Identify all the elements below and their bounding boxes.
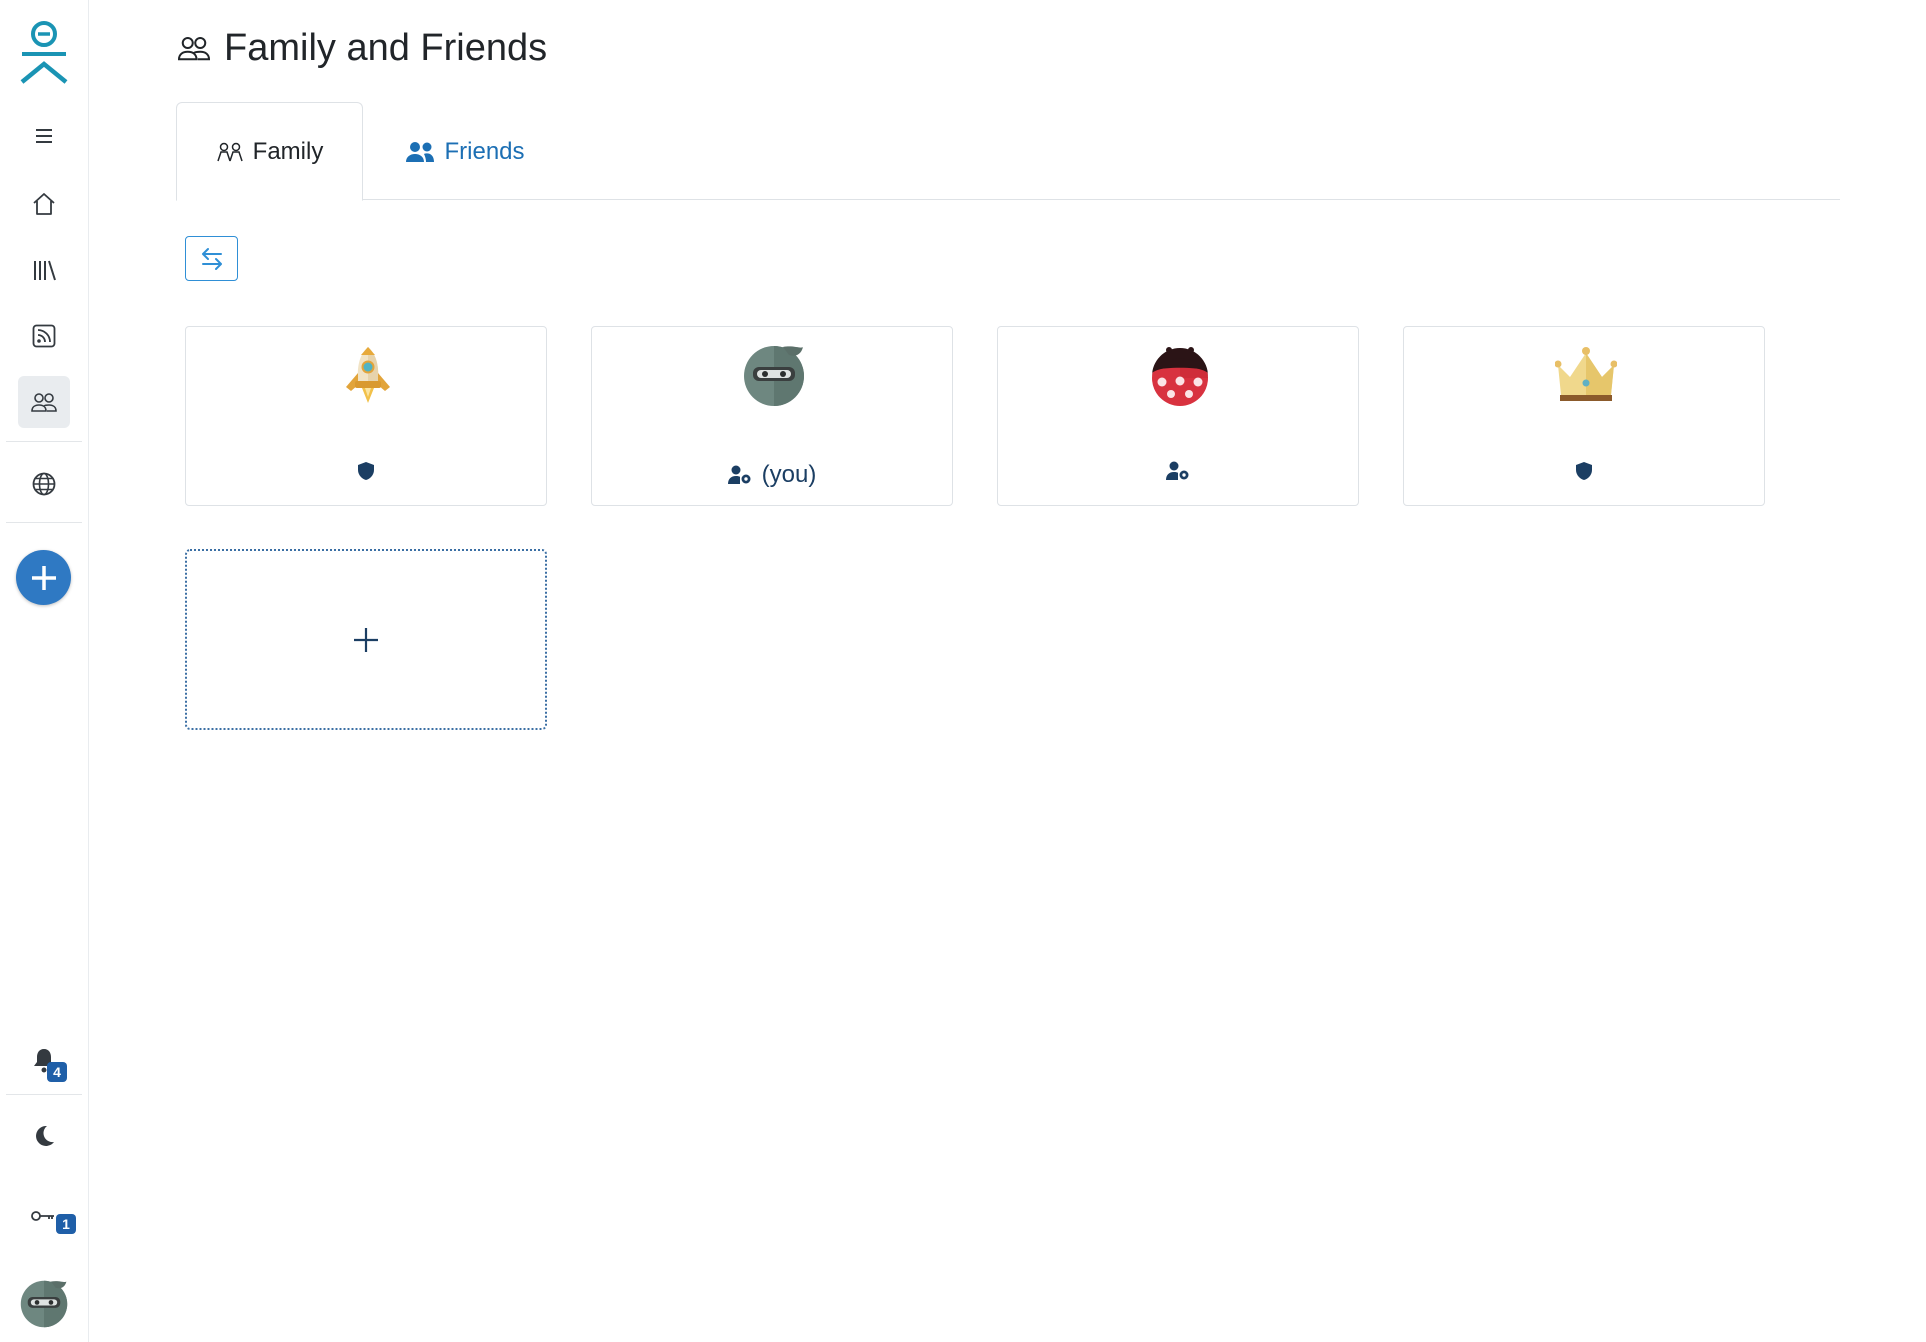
ladybug-avatar xyxy=(1152,347,1208,406)
nav-family-friends[interactable] xyxy=(18,376,70,428)
menu-toggle-button[interactable] xyxy=(18,110,70,162)
arrows-swap-icon xyxy=(201,247,222,270)
app-logo[interactable] xyxy=(18,20,70,86)
moon-icon xyxy=(36,1125,54,1146)
member-role xyxy=(998,461,1358,481)
notifications-button[interactable]: 4 xyxy=(18,1034,70,1086)
sidebar-divider xyxy=(6,441,82,442)
member-card[interactable] xyxy=(997,326,1359,506)
add-new-button[interactable] xyxy=(16,550,71,605)
add-member-card[interactable] xyxy=(185,549,547,730)
member-role: (you) xyxy=(592,461,952,489)
notifications-count-badge: 4 xyxy=(47,1062,67,1082)
member-you-label: (you) xyxy=(761,461,817,488)
tab-bar: Family Friends xyxy=(176,102,1840,201)
sidebar-divider xyxy=(6,522,82,523)
tab-family[interactable]: Family xyxy=(176,102,363,201)
rocket-avatar xyxy=(346,347,390,403)
sidebar-divider xyxy=(6,1094,82,1095)
plus-icon xyxy=(31,565,56,590)
user-avatar[interactable] xyxy=(20,1280,68,1328)
member-role xyxy=(1404,461,1764,481)
nav-feeds[interactable] xyxy=(18,310,70,362)
member-role xyxy=(186,461,546,481)
hamburger-icon xyxy=(36,129,52,143)
home-icon xyxy=(33,193,55,215)
page-header: Family and Friends xyxy=(176,20,547,76)
users-outline-icon xyxy=(177,37,211,61)
plus-icon xyxy=(354,627,378,652)
key-icon xyxy=(31,1211,54,1221)
shield-icon xyxy=(358,462,374,480)
nav-library[interactable] xyxy=(18,244,70,296)
users-icon xyxy=(406,141,435,162)
tab-friends[interactable]: Friends xyxy=(400,102,530,201)
theme-toggle-button[interactable] xyxy=(18,1110,70,1162)
family-icon xyxy=(216,142,243,161)
member-card[interactable] xyxy=(185,326,547,506)
tab-friends-label: Friends xyxy=(444,137,525,165)
user-gear-icon xyxy=(727,465,751,484)
switch-view-button[interactable] xyxy=(185,236,238,281)
page-title: Family and Friends xyxy=(224,26,548,69)
sidebar: 4 1 xyxy=(0,0,89,1342)
crown-avatar xyxy=(1555,347,1617,401)
member-card[interactable] xyxy=(1403,326,1765,506)
ninja-avatar xyxy=(744,346,804,406)
nav-public[interactable] xyxy=(18,458,70,510)
shield-icon xyxy=(1576,462,1592,480)
tab-family-label: Family xyxy=(252,137,324,165)
rss-square-icon xyxy=(32,324,56,348)
keys-button[interactable]: 1 xyxy=(18,1192,76,1244)
nav-home[interactable] xyxy=(18,178,70,230)
users-outline-icon xyxy=(31,393,57,412)
globe-icon xyxy=(32,472,56,496)
member-card[interactable]: (you) xyxy=(591,326,953,506)
user-gear-icon xyxy=(1166,461,1189,480)
keys-count-badge: 1 xyxy=(56,1214,76,1234)
library-icon xyxy=(34,260,56,281)
